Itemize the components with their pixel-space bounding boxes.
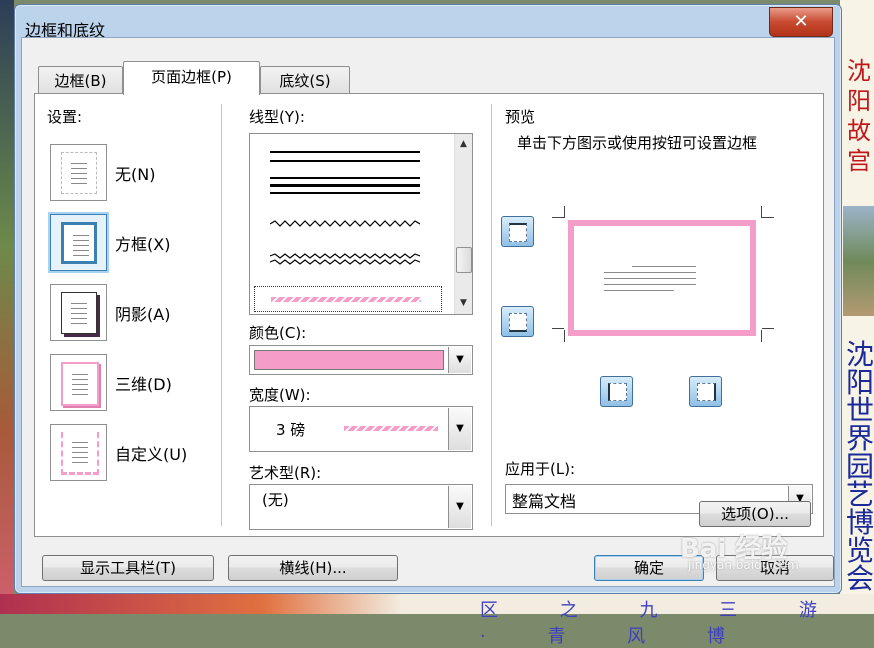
page-icon xyxy=(61,222,97,264)
line-style-option[interactable] xyxy=(270,192,420,194)
bg-char: 故 xyxy=(847,117,871,145)
bg-char: 宫 xyxy=(847,147,871,175)
tab-shading[interactable]: 底纹(S) xyxy=(260,66,350,94)
setting-none-label[interactable]: 无(N) xyxy=(115,161,155,185)
apply-to-label: 应用于(L): xyxy=(505,460,576,478)
right-border-icon xyxy=(697,383,716,401)
left-border-icon xyxy=(608,383,627,401)
preview-label: 预览 xyxy=(505,108,536,126)
top-border-icon xyxy=(509,223,527,242)
line-style-scrollbar[interactable]: ▲ ▼ xyxy=(454,134,472,314)
page-icon xyxy=(61,152,97,194)
preview-text-lines xyxy=(604,266,696,296)
setting-custom-icon[interactable] xyxy=(50,424,107,481)
line-style-option[interactable] xyxy=(270,151,420,153)
page-icon xyxy=(61,292,97,334)
dropdown-arrow-icon[interactable]: ▼ xyxy=(448,486,471,528)
dropdown-arrow-icon[interactable]: ▼ xyxy=(448,347,471,373)
apply-to-value: 整篇文档 xyxy=(512,492,577,511)
corner-mark xyxy=(564,330,565,342)
wave-line-option[interactable] xyxy=(270,220,420,228)
horizontal-line-button[interactable]: 横线(H)... xyxy=(228,555,398,581)
background-bottom-text: 区 之 九 三 游 · 青 风 博 xyxy=(480,600,845,647)
setting-box-icon[interactable] xyxy=(50,214,107,271)
right-border-button[interactable] xyxy=(689,376,722,407)
bottom-border-icon xyxy=(509,313,527,332)
tab-borders[interactable]: 边框(B) xyxy=(38,66,123,94)
width-label: 宽度(W): xyxy=(249,386,311,404)
line-style-label: 线型(Y): xyxy=(249,108,305,126)
color-dropdown[interactable]: ▼ xyxy=(249,345,473,375)
tab-page-border[interactable]: 页面边框(P) xyxy=(123,61,260,95)
scroll-down-arrow-icon[interactable]: ▼ xyxy=(455,295,472,312)
line-style-list[interactable]: ▲ ▼ xyxy=(249,133,473,315)
page-icon xyxy=(61,432,99,475)
corner-mark xyxy=(552,328,564,329)
color-swatch xyxy=(254,350,444,370)
close-button[interactable]: ✕ xyxy=(769,7,833,37)
corner-mark xyxy=(564,206,565,218)
column-divider xyxy=(491,104,492,526)
dropdown-arrow-icon[interactable]: ▼ xyxy=(448,408,471,450)
art-dropdown[interactable]: (无) ▼ xyxy=(249,484,473,530)
options-button[interactable]: 选项(O)... xyxy=(699,501,811,527)
setting-shadow-label[interactable]: 阴影(A) xyxy=(115,301,170,325)
settings-label: 设置: xyxy=(47,108,83,126)
color-label: 颜色(C): xyxy=(249,324,307,342)
show-toolbar-button[interactable]: 显示工具栏(T) xyxy=(42,555,214,581)
background-left-strip xyxy=(0,0,14,614)
top-border-button[interactable] xyxy=(501,216,534,247)
line-style-option[interactable] xyxy=(270,160,420,162)
setting-3d-label[interactable]: 三维(D) xyxy=(115,371,172,395)
background-photo xyxy=(843,206,874,316)
baidu-watermark-url: jingyan.baidu.com xyxy=(688,558,799,572)
scroll-up-arrow-icon[interactable]: ▲ xyxy=(455,136,472,153)
preview-hint: 单击下方图示或使用按钮可设置边框 xyxy=(517,134,758,152)
bottom-border-button[interactable] xyxy=(501,306,534,337)
setting-3d-icon[interactable] xyxy=(50,354,107,411)
column-divider xyxy=(221,104,222,526)
art-label: 艺术型(R): xyxy=(249,464,322,482)
left-border-button[interactable] xyxy=(600,376,633,407)
width-dropdown[interactable]: 3 磅 ▼ xyxy=(249,406,473,452)
setting-shadow-icon[interactable] xyxy=(50,284,107,341)
selected-line-style-option[interactable] xyxy=(254,286,442,312)
bg-char: 沈 xyxy=(847,57,871,85)
scrollbar-thumb[interactable] xyxy=(456,247,472,273)
bg-char: 阳 xyxy=(847,87,871,115)
corner-mark xyxy=(762,328,774,329)
setting-box-label[interactable]: 方框(X) xyxy=(115,231,170,255)
setting-none-icon[interactable] xyxy=(50,144,107,201)
corner-mark xyxy=(762,217,774,218)
line-style-option[interactable] xyxy=(270,184,420,187)
page-icon xyxy=(61,362,99,406)
corner-mark xyxy=(761,330,762,342)
art-value: (无) xyxy=(262,491,289,509)
bg-char: 会 xyxy=(846,562,874,595)
width-value: 3 磅 xyxy=(276,421,306,439)
width-preview-line xyxy=(344,426,438,431)
setting-custom-label[interactable]: 自定义(U) xyxy=(115,441,187,465)
line-style-option[interactable] xyxy=(270,177,420,179)
preview-page[interactable] xyxy=(568,220,756,336)
double-wave-line-option[interactable] xyxy=(270,253,420,265)
corner-mark xyxy=(552,217,564,218)
